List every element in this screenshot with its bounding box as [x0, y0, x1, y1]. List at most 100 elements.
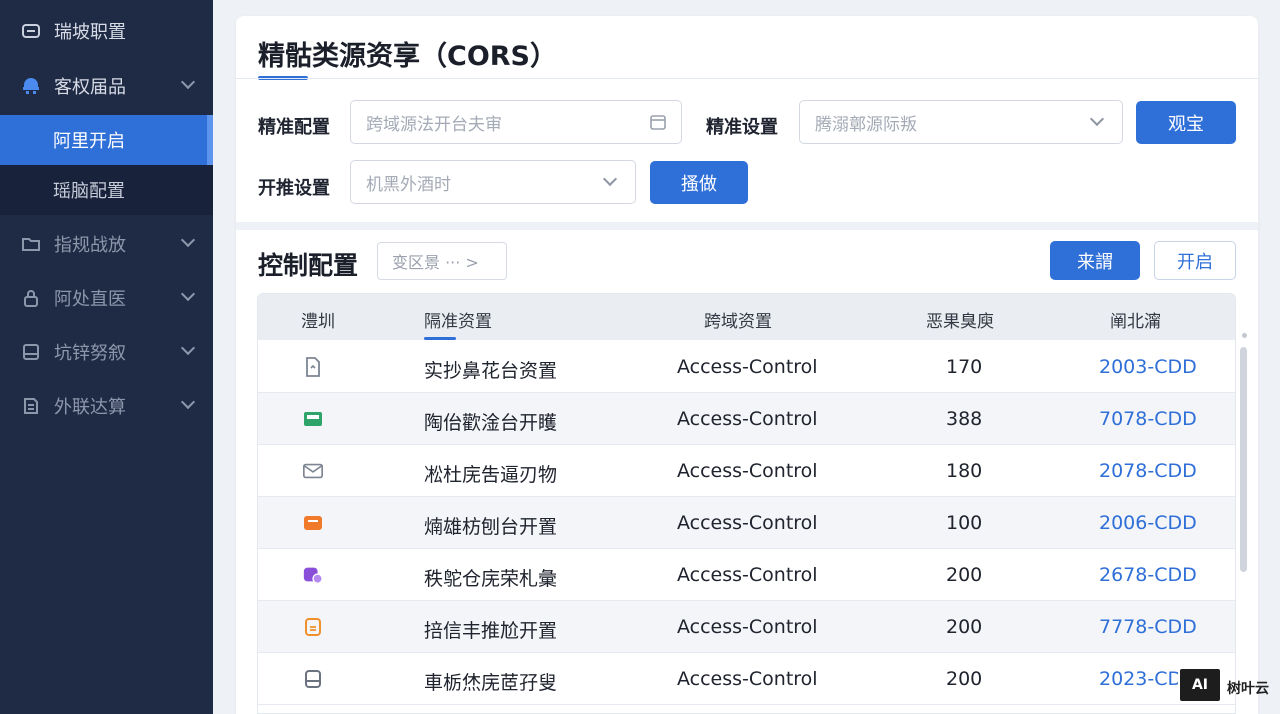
sidebar-item-label: 外联达算 — [54, 397, 126, 418]
row-name: 煵雄枋刨台开置 — [424, 516, 558, 538]
sidebar-subitem-active[interactable]: 阿里开启 — [0, 115, 213, 165]
sidebar-item-lock[interactable]: 阿处直医 — [0, 272, 213, 324]
chevron-down-icon — [602, 171, 618, 187]
row-count: 100 — [946, 512, 983, 534]
sidebar-item-service[interactable]: 客权届品 — [0, 60, 213, 112]
table-row[interactable]: 凇杜庑吿逼刃物 Access-Control 180 2078-CDD — [258, 445, 1235, 497]
sidebar-item-settings[interactable]: 瑞坡职置 — [0, 5, 213, 57]
sidebar-item-label: 阿处直医 — [54, 289, 126, 310]
sidebar: 瑞坡职置 客权届品 阿里开启 瑶脑配置 指规战放 阿处直医 坑锌努叙 外联达算 — [0, 0, 213, 714]
page-title: 精骷类源资享（CORS） — [258, 41, 558, 72]
mail-icon — [302, 460, 324, 482]
row-count: 180 — [946, 460, 983, 482]
billing-icon — [20, 395, 42, 417]
filter-select[interactable]: 机黑外酒时 — [350, 160, 636, 204]
sidebar-subitem[interactable]: 瑶脑配置 — [0, 165, 213, 215]
sidebar-item-label: 客权届品 — [54, 77, 126, 98]
chevron-down-icon — [180, 232, 196, 248]
row-access: Access-Control — [677, 408, 818, 430]
badge-icon — [302, 616, 324, 638]
filter-placeholder: 腾溺鄣源际叛 — [815, 114, 917, 135]
breadcrumb[interactable]: 变区景 ··· > — [377, 242, 507, 280]
filter-label: 精准设置 — [706, 117, 778, 138]
row-code-link[interactable]: 2078-CDD — [1099, 460, 1197, 482]
row-name: 实抄鼻花台资置 — [424, 360, 558, 382]
file-icon — [302, 356, 324, 378]
row-code-link[interactable]: 7078-CDD — [1099, 408, 1197, 430]
sidebar-item-label: 坑锌努叙 — [54, 343, 126, 364]
watermark-text: 树叶云 — [1227, 681, 1269, 697]
document-icon — [20, 341, 42, 363]
table-row[interactable]: 实抄鼻花台资置 Access-Control 170 2003-CDD — [258, 341, 1235, 393]
tag-icon — [302, 564, 324, 586]
column-header[interactable]: 澧圳 — [301, 307, 335, 332]
enable-button[interactable]: 开启 — [1154, 241, 1236, 280]
filter-placeholder: 跨域源法开台夫审 — [366, 114, 502, 135]
sidebar-item-document[interactable]: 坑锌努叙 — [0, 326, 213, 378]
chevron-down-icon — [1089, 111, 1105, 127]
add-button[interactable]: 来謂 — [1050, 241, 1140, 280]
sidebar-item-label: 阿里开启 — [53, 131, 125, 152]
row-access: Access-Control — [677, 356, 818, 378]
row-access: Access-Control — [677, 512, 818, 534]
row-code-link[interactable]: 2006-CDD — [1099, 512, 1197, 534]
service-icon — [20, 75, 42, 97]
settings-icon — [20, 20, 42, 42]
column-header[interactable]: 跨域资置 — [704, 307, 772, 332]
sidebar-item-label: 瑶脑配置 — [53, 181, 125, 202]
row-count: 200 — [946, 616, 983, 638]
chevron-down-icon — [180, 394, 196, 410]
data-table: 澧圳 隔准资置 跨域资置 恶果臭庾 阐北澝 实抄鼻花台资置 Access-Con… — [257, 293, 1236, 714]
chevron-down-icon — [180, 74, 196, 90]
section-title: 控制配置 — [258, 251, 359, 280]
lock-icon — [20, 287, 42, 309]
folder-icon — [20, 233, 42, 255]
scroll-arrow[interactable] — [1242, 333, 1247, 338]
row-name: 掊信丰推尬开置 — [424, 620, 558, 642]
column-header[interactable]: 隔准资置 — [424, 307, 492, 332]
row-code-link[interactable]: 2678-CDD — [1099, 564, 1197, 586]
inbox-icon — [302, 512, 324, 534]
row-count: 200 — [946, 668, 983, 690]
scrollbar[interactable] — [1240, 347, 1247, 572]
row-access: Access-Control — [677, 564, 818, 586]
row-count: 200 — [946, 564, 983, 586]
filter-label: 精准配置 — [258, 117, 330, 138]
chevron-down-icon — [180, 286, 196, 302]
filter-placeholder: 机黑外酒时 — [366, 174, 451, 195]
row-count: 388 — [946, 408, 983, 430]
row-access: Access-Control — [677, 616, 818, 638]
sort-indicator — [424, 337, 456, 340]
card-icon — [302, 668, 324, 690]
chevron-down-icon — [180, 340, 196, 356]
row-name: 秩鸵仓庑荣札彙 — [424, 568, 558, 590]
section-divider — [236, 222, 1258, 230]
table-row[interactable]: 掊信丰推尬开置 Access-Control 200 7778-CDD — [258, 601, 1235, 653]
table-row[interactable]: 秩鸵仓庑荣札彙 Access-Control 200 2678-CDD — [258, 549, 1235, 601]
row-code-link[interactable]: 2003-CDD — [1099, 356, 1197, 378]
calendar-icon — [649, 113, 667, 131]
sidebar-item-billing[interactable]: 外联达算 — [0, 380, 213, 432]
divider — [236, 78, 1258, 79]
table-row[interactable]: 陶佁歡淦台开矆 Access-Control 388 7078-CDD — [258, 393, 1235, 445]
sidebar-item-label: 指规战放 — [54, 235, 126, 256]
row-access: Access-Control — [677, 668, 818, 690]
row-name: 陶佁歡淦台开矆 — [424, 412, 558, 434]
row-code-link[interactable]: 7778-CDD — [1099, 616, 1197, 638]
confirm-button[interactable]: 观宝 — [1136, 101, 1236, 144]
table-row[interactable]: 煵雄枋刨台开置 Access-Control 100 2006-CDD — [258, 497, 1235, 549]
column-header[interactable]: 恶果臭庾 — [926, 307, 994, 332]
sidebar-item-folder[interactable]: 指规战放 — [0, 218, 213, 270]
watermark-logo: AI — [1178, 667, 1222, 703]
filter-label: 开推设置 — [258, 178, 330, 199]
search-button[interactable]: 搔做 — [650, 161, 748, 204]
main-panel: 精骷类源资享（CORS） 精准配置 跨域源法开台夫审 精准设置 腾溺鄣源际叛 观… — [236, 16, 1258, 714]
filter-select[interactable]: 腾溺鄣源际叛 — [799, 100, 1123, 144]
table-header: 澧圳 隔准资置 跨域资置 恶果臭庾 阐北澝 — [258, 294, 1235, 340]
row-access: Access-Control — [677, 460, 818, 482]
row-name: 車栃烋庑茝孖叟 — [424, 672, 558, 694]
row-count: 170 — [946, 356, 983, 378]
filter-input[interactable]: 跨域源法开台夫审 — [350, 100, 682, 144]
column-header[interactable]: 阐北澝 — [1110, 307, 1161, 332]
table-row[interactable]: 車栃烋庑茝孖叟 Access-Control 200 2023-CDD — [258, 653, 1235, 705]
